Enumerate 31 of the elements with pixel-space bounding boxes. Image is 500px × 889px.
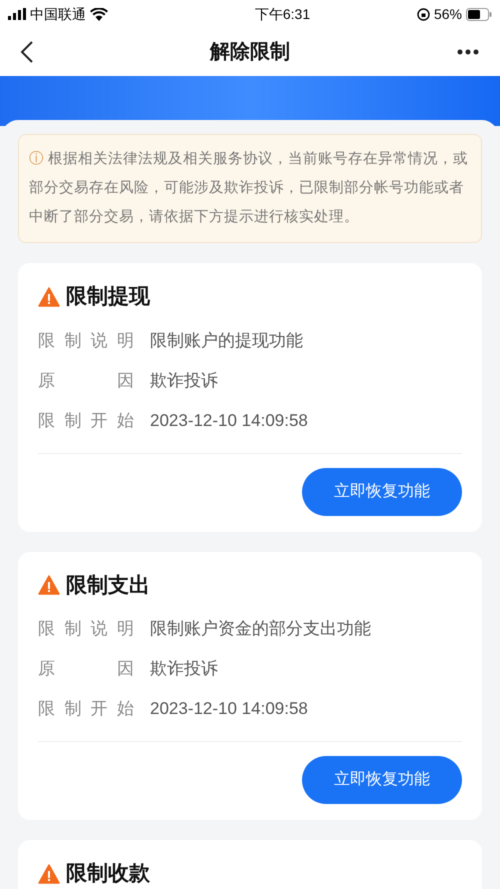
battery-icon bbox=[466, 8, 492, 20]
warning-icon bbox=[38, 286, 60, 307]
row-value: 限制账户资金的部分支出功能 bbox=[150, 618, 371, 640]
clock-time: 下午6:31 bbox=[254, 4, 310, 24]
row-value: 限制账户的提现功能 bbox=[150, 330, 303, 352]
restore-button[interactable]: 立即恢复功能 bbox=[302, 468, 462, 516]
carrier-name: 中国联通 bbox=[30, 4, 86, 24]
row-label: 原因 bbox=[38, 658, 134, 680]
row-value: 欺诈投诉 bbox=[150, 658, 218, 680]
signal-icon bbox=[8, 8, 26, 20]
rotation-lock-icon bbox=[416, 8, 430, 20]
row-label: 原因 bbox=[38, 370, 134, 392]
more-icon bbox=[457, 49, 479, 55]
warning-icon bbox=[38, 864, 60, 884]
warning-icon bbox=[38, 575, 60, 596]
row-label: 限制说明 bbox=[38, 618, 134, 640]
row-label: 限制开始 bbox=[38, 698, 134, 720]
row-value: 2023-12-10 14:09:58 bbox=[150, 698, 308, 720]
row-value: 2023-12-10 14:09:58 bbox=[150, 410, 308, 432]
card-title: 限制支出 bbox=[66, 572, 150, 598]
chevron-left-icon bbox=[20, 40, 34, 64]
row-value: 欺诈投诉 bbox=[150, 370, 218, 392]
row-label: 限制说明 bbox=[38, 330, 134, 352]
card-title: 限制提现 bbox=[66, 284, 150, 310]
page-title: 解除限制 bbox=[210, 40, 290, 65]
battery-percent: 56% bbox=[434, 4, 462, 24]
notice-text: ⓘ 根据相关法律法规及相关服务协议，当前账号存在异常情况，或部分交易存在风险，可能涉及欺诈投诉，已限制部分帐号功能或者中断了部分交易，请依据下方提示进行核实处理。 bbox=[29, 150, 470, 227]
wifi-icon bbox=[90, 8, 108, 20]
restore-button[interactable]: 立即恢复功能 bbox=[302, 756, 462, 804]
card-title: 限制收款 bbox=[66, 861, 150, 887]
row-label: 限制开始 bbox=[38, 410, 134, 432]
